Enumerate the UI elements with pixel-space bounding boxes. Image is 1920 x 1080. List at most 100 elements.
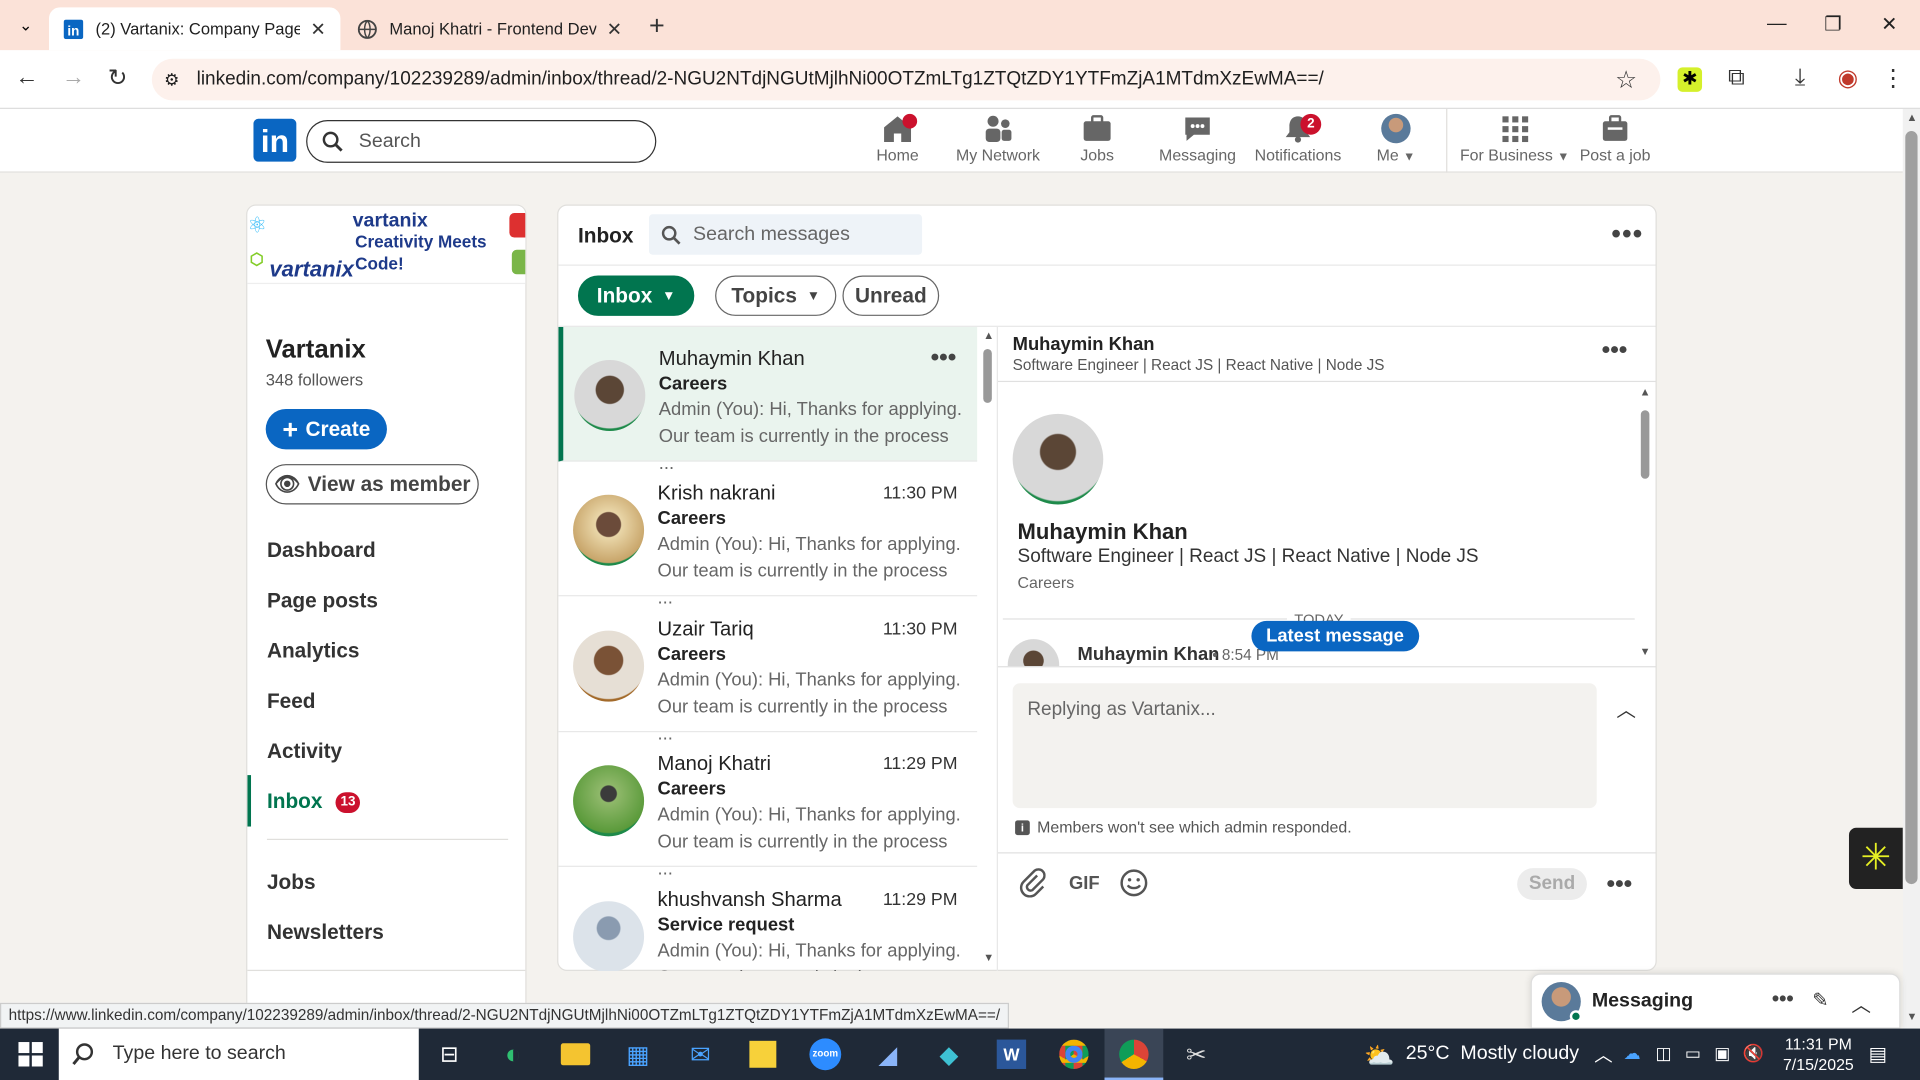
task-view-icon[interactable]: ⊟ xyxy=(431,1036,468,1073)
minimize-icon[interactable]: — xyxy=(1749,0,1805,49)
gif-button[interactable]: GIF xyxy=(1069,873,1100,894)
emoji-icon[interactable] xyxy=(1119,868,1148,904)
messaging-widget[interactable]: Messaging ••• ✎ ︿ xyxy=(1530,973,1901,1029)
close-window-icon[interactable]: ✕ xyxy=(1861,0,1917,49)
restore-icon[interactable]: ❐ xyxy=(1805,0,1861,49)
menu-analytics[interactable]: Analytics xyxy=(267,639,360,663)
battery-icon[interactable]: ▭ xyxy=(1685,1043,1701,1064)
chrome-menu-icon[interactable]: ⋮ xyxy=(1878,65,1907,93)
scrollbar-thumb[interactable] xyxy=(1640,410,1650,479)
menu-page-posts[interactable]: Page posts xyxy=(267,589,378,613)
send-button[interactable]: Send xyxy=(1517,868,1587,901)
nav-home[interactable]: Home xyxy=(846,113,949,164)
thread-scrollbar[interactable]: ▲ ▼ xyxy=(1636,386,1653,663)
filter-topics[interactable]: Topics ▼ xyxy=(715,275,837,316)
composer-more-icon[interactable]: ••• xyxy=(1607,871,1633,899)
taskbar-search-input[interactable]: Type here to search xyxy=(58,1028,419,1080)
page-scrollbar[interactable]: ▲ ▼ xyxy=(1902,108,1920,1029)
nav-post-a-job[interactable]: Post a job xyxy=(1564,114,1667,164)
view-as-member-button[interactable]: 👁 View as member xyxy=(265,464,479,505)
message-sender[interactable]: Muhaymin Khan xyxy=(1078,644,1220,665)
new-tab-icon[interactable]: + xyxy=(649,10,665,42)
extension-icon[interactable]: ✱ xyxy=(1677,67,1703,92)
word-icon[interactable]: W xyxy=(993,1036,1030,1073)
company-name[interactable]: Vartanix xyxy=(266,336,366,365)
meet-now-icon[interactable]: ◫ xyxy=(1656,1043,1672,1064)
close-tab-icon[interactable]: ✕ xyxy=(310,18,325,40)
nav-notifications[interactable]: Notifications 2 xyxy=(1247,113,1350,164)
reply-textarea[interactable]: Replying as Vartanix... xyxy=(1012,683,1597,809)
chrome-icon[interactable] xyxy=(1056,1036,1093,1073)
profile-icon[interactable]: ◉ xyxy=(1833,65,1862,93)
menu-inbox[interactable]: Inbox 13 xyxy=(267,790,361,816)
download-icon[interactable]: ⤓ xyxy=(1785,65,1814,92)
conversation-more-icon[interactable]: ••• xyxy=(931,344,957,372)
nav-jobs[interactable]: Jobs xyxy=(1046,114,1149,164)
scrollbar-thumb[interactable] xyxy=(983,348,992,403)
latest-message-button[interactable]: Latest message xyxy=(1251,620,1419,652)
close-tab-icon[interactable]: ✕ xyxy=(607,18,622,40)
menu-jobs[interactable]: Jobs xyxy=(267,871,316,895)
onedrive-icon[interactable]: ☁ xyxy=(1624,1043,1641,1064)
nav-messaging[interactable]: Messaging xyxy=(1146,114,1249,164)
clock[interactable]: 11:31 PM 7/15/2025 xyxy=(1778,1033,1859,1075)
reload-icon[interactable]: ↻ xyxy=(103,65,132,93)
weather-icon[interactable]: ⛅ xyxy=(1364,1041,1394,1072)
profile-name[interactable]: Muhaymin Khan xyxy=(1018,519,1188,545)
conversation-list[interactable]: Muhaymin Khan ••• Careers Admin (You): H… xyxy=(558,326,996,972)
attach-icon[interactable] xyxy=(1019,868,1046,904)
filter-unread[interactable]: Unread xyxy=(842,275,940,316)
zoom-icon[interactable]: zoom xyxy=(807,1036,844,1073)
tab-manoj[interactable]: Manoj Khatri - Frontend Develo ✕ xyxy=(343,7,637,50)
menu-activity[interactable]: Activity xyxy=(267,740,342,764)
tab-vartanix[interactable]: in (2) Vartanix: Company Page Adr ✕ xyxy=(48,7,341,51)
conversation-item[interactable]: Uzair Tariq 11:30 PM Careers Admin (You)… xyxy=(558,598,978,744)
nav-me[interactable]: Me ▼ xyxy=(1344,113,1447,164)
expand-composer-icon[interactable]: ︿ xyxy=(1616,693,1636,722)
extensions-puzzle-icon[interactable]: ⧉ xyxy=(1722,65,1751,92)
filter-inbox[interactable]: Inbox ▼ xyxy=(577,275,695,316)
expand-messaging-icon[interactable]: ︿ xyxy=(1851,988,1871,1017)
inbox-more-icon[interactable]: ••• xyxy=(1611,218,1643,250)
weather-text[interactable]: 25°C Mostly cloudy xyxy=(1406,1043,1579,1065)
back-icon[interactable]: ← xyxy=(12,65,41,92)
url-field[interactable]: ⚙ linkedin.com/company/102239289/admin/i… xyxy=(151,58,1661,101)
nav-my-network[interactable]: My Network xyxy=(947,114,1050,164)
store-icon[interactable]: ▦ xyxy=(620,1036,657,1073)
sender-avatar[interactable] xyxy=(1007,639,1060,667)
site-settings-icon[interactable]: ⚙ xyxy=(164,69,179,90)
menu-dashboard[interactable]: Dashboard xyxy=(267,539,376,563)
messaging-more-icon[interactable]: ••• xyxy=(1772,987,1794,1011)
file-explorer-icon[interactable] xyxy=(557,1036,594,1073)
vscode-icon[interactable]: ◆ xyxy=(931,1036,968,1073)
compose-icon[interactable]: ✎ xyxy=(1812,988,1828,1012)
sticky-notes-icon[interactable] xyxy=(744,1036,781,1073)
notification-center-icon[interactable]: ▤ xyxy=(1869,1042,1888,1066)
assistant-widget-icon[interactable]: ✳ xyxy=(1848,827,1903,889)
network-status-icon[interactable]: ▣ xyxy=(1714,1043,1730,1064)
mail-icon[interactable]: ✉ xyxy=(682,1036,719,1073)
volume-muted-icon[interactable]: 🔇 xyxy=(1742,1043,1763,1064)
conversation-item[interactable]: Manoj Khatri 11:29 PM Careers Admin (You… xyxy=(558,732,978,879)
windows-start-icon[interactable] xyxy=(12,1036,49,1073)
menu-newsletters[interactable]: Newsletters xyxy=(267,921,384,945)
snipping-tool-icon[interactable]: ✂ xyxy=(1178,1036,1215,1073)
thread-more-icon[interactable]: ••• xyxy=(1602,337,1628,365)
global-search-input[interactable]: Search xyxy=(306,120,657,163)
bookmark-star-icon[interactable]: ☆ xyxy=(1611,65,1640,96)
profile-avatar[interactable] xyxy=(1012,413,1104,505)
app-icon[interactable]: ◢ xyxy=(869,1036,906,1073)
conversation-item[interactable]: Krish nakrani 11:30 PM Careers Admin (Yo… xyxy=(558,462,978,609)
conversation-list-scrollbar[interactable]: ▲ ▼ xyxy=(978,329,995,968)
tab-search-icon[interactable]: ⌄ xyxy=(10,10,42,42)
forward-icon[interactable]: → xyxy=(59,65,88,92)
chrome-active-icon[interactable] xyxy=(1104,1028,1164,1080)
message-thread[interactable]: Muhaymin Khan Software Engineer | React … xyxy=(998,382,1656,667)
edge-icon[interactable]: ◐ xyxy=(495,1036,532,1073)
create-button[interactable]: + Create xyxy=(265,408,387,450)
linkedin-logo[interactable]: in xyxy=(253,118,297,162)
nav-for-business[interactable]: For Business ▼ xyxy=(1460,114,1570,164)
scrollbar-thumb[interactable] xyxy=(1905,131,1918,885)
menu-feed[interactable]: Feed xyxy=(267,689,316,713)
conversation-item[interactable]: khushvansh Sharma 11:29 PM Service reque… xyxy=(558,868,977,972)
